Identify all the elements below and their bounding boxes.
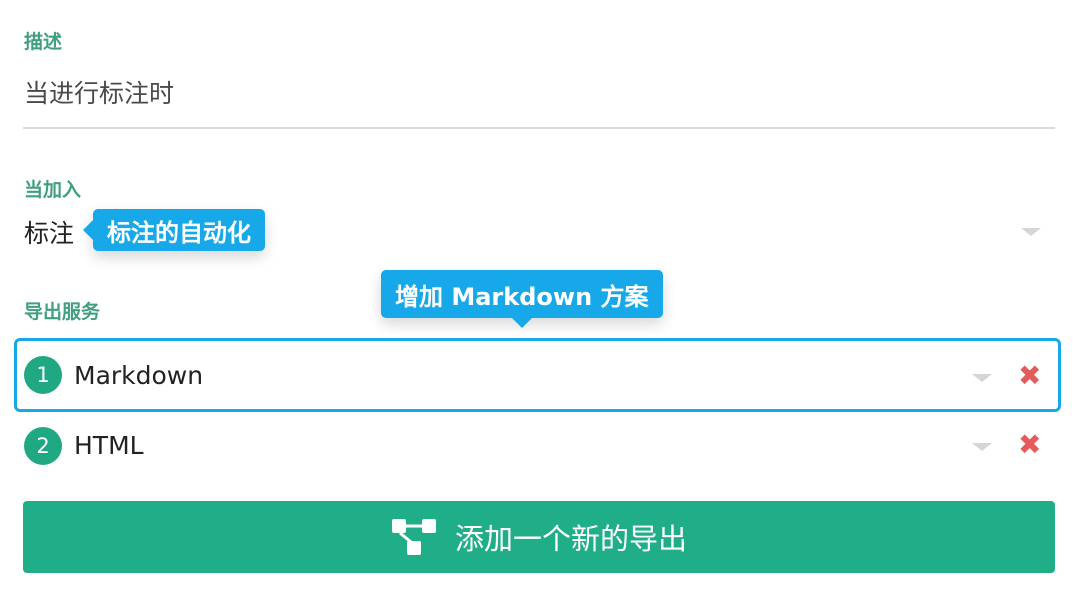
- add-export-button[interactable]: 添加一个新的导出: [23, 501, 1055, 573]
- service-index-badge: 2: [24, 427, 62, 465]
- description-field[interactable]: 当进行标注时: [24, 74, 174, 110]
- add-export-button-label: 添加一个新的导出: [454, 524, 687, 556]
- remove-service-icon[interactable]: ✖: [1018, 431, 1041, 459]
- trigger-tooltip-text: 标注的自动化: [107, 218, 251, 247]
- trigger-dropdown-caret-icon[interactable]: [1021, 228, 1041, 236]
- services-tooltip-text: 增加 Markdown 方案: [395, 282, 649, 311]
- service-dropdown-caret-icon[interactable]: [972, 374, 992, 382]
- description-label: 描述: [24, 31, 63, 53]
- automation-form: 描述 当进行标注时 当加入 标注 标注的自动化 导出服务 增加 Markdown…: [0, 0, 1078, 596]
- trigger-label: 当加入: [24, 179, 82, 201]
- service-name[interactable]: Markdown: [74, 361, 203, 390]
- service-dropdown-caret-icon[interactable]: [972, 443, 992, 451]
- services-label: 导出服务: [24, 301, 101, 323]
- remove-service-icon[interactable]: ✖: [1018, 362, 1041, 390]
- service-index-badge: 1: [24, 356, 62, 394]
- trigger-select-value[interactable]: 标注: [24, 214, 74, 250]
- flow-diagram-icon: [391, 518, 437, 556]
- service-row-html[interactable]: 2 HTML ✖: [14, 409, 1061, 483]
- trigger-tooltip: 标注的自动化: [83, 209, 265, 251]
- services-tooltip: 增加 Markdown 方案: [381, 270, 663, 328]
- service-row-markdown[interactable]: 1 Markdown ✖: [14, 338, 1061, 412]
- description-underline: [23, 127, 1055, 129]
- service-name[interactable]: HTML: [74, 431, 144, 460]
